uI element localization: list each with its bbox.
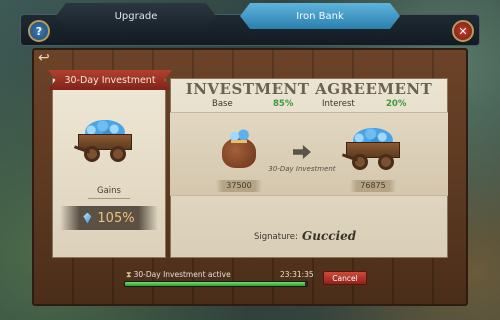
signature-name: Guccied — [302, 229, 357, 243]
period-label: 30-Day Investment — [268, 165, 336, 173]
interest-label: Interest — [322, 99, 355, 109]
tab-iron-bank[interactable]: Iron Bank — [240, 3, 400, 29]
hourglass-icon: ⧗ — [126, 270, 132, 279]
progress-fill — [125, 282, 306, 286]
investment-progress-bar — [124, 281, 308, 287]
gem-icon — [83, 212, 92, 224]
close-button[interactable]: ✕ — [452, 20, 474, 42]
investment-card — [52, 78, 166, 258]
gem-cart-icon — [341, 126, 404, 172]
gains-value: 105% — [97, 210, 135, 226]
cancel-button[interactable]: Cancel — [323, 271, 367, 285]
deposit-amount: 37500 — [216, 180, 262, 192]
base-value: 85% — [273, 99, 294, 109]
tab-upgrade[interactable]: Upgrade — [56, 3, 216, 29]
agreement-title: INVESTMENT AGREEMENT — [185, 80, 433, 98]
signature-label: Signature: — [254, 232, 298, 242]
divider — [88, 198, 130, 199]
back-arrow-icon[interactable]: ↩ — [38, 50, 50, 66]
exchange-section — [170, 112, 448, 196]
return-amount: 76875 — [350, 180, 396, 192]
gains-box: 105% — [60, 206, 158, 230]
gem-bag-icon — [220, 128, 258, 168]
investment-status: ⧗ 30-Day Investment active — [126, 270, 231, 280]
investment-ribbon: 30-Day Investment — [48, 70, 172, 90]
gains-label: Gains — [97, 186, 121, 196]
gem-cart-icon — [73, 118, 136, 164]
time-remaining: 23:31:35 — [280, 270, 314, 279]
base-label: Base — [212, 99, 233, 109]
help-button[interactable]: ? — [28, 20, 50, 42]
interest-value: 20% — [386, 99, 407, 109]
status-text: 30-Day Investment active — [133, 270, 231, 279]
